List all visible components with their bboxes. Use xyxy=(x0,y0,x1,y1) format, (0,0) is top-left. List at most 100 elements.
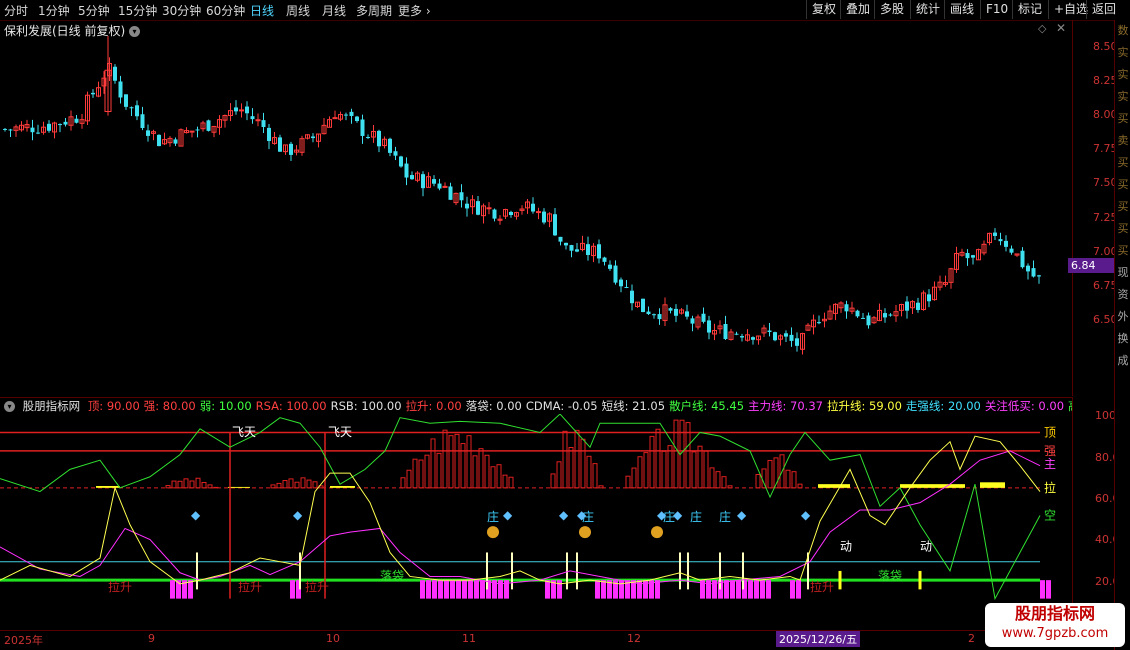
candle-down xyxy=(459,192,464,201)
date-label: 9 xyxy=(148,632,155,645)
indicator-value-5: 拉升: 0.00 xyxy=(405,399,462,413)
diamond-icon[interactable]: ◇ xyxy=(1038,22,1046,35)
candle-down xyxy=(916,302,920,310)
candle-down xyxy=(668,308,673,311)
candle-down xyxy=(1026,265,1030,272)
side-strip-item[interactable]: 买 xyxy=(1115,218,1130,240)
candle-down xyxy=(465,203,469,209)
toolbar-button-4[interactable]: 画线 xyxy=(944,0,979,19)
rsa-bar xyxy=(490,466,496,489)
candle-down xyxy=(740,336,744,338)
candle-down xyxy=(195,129,200,131)
toolbar-button-0[interactable]: 复权 xyxy=(806,0,841,19)
low-buy-bar xyxy=(456,580,461,599)
candle-down xyxy=(553,214,557,236)
side-strip-item[interactable]: 换 xyxy=(1115,328,1130,350)
candle-down xyxy=(817,322,821,324)
rsa-bar xyxy=(785,469,791,489)
side-strip-item[interactable]: 买 xyxy=(1115,108,1130,130)
period-tab-1[interactable]: 1分钟 xyxy=(38,2,70,19)
rsa-bar xyxy=(598,485,604,489)
candle-down xyxy=(965,253,970,259)
side-strip-item[interactable]: 数 xyxy=(1115,20,1130,42)
candle-down xyxy=(751,337,755,340)
watermark-url: www.7gpzb.com xyxy=(1001,626,1109,641)
toolbar-button-3[interactable]: 统计 xyxy=(910,0,945,19)
candle-down xyxy=(564,242,568,246)
rsa-bar xyxy=(661,450,667,489)
toolbar-button-6[interactable]: 标记 xyxy=(1012,0,1047,19)
money-bag-icon xyxy=(487,526,499,539)
candle-down xyxy=(861,317,865,319)
period-tab-9[interactable]: 多周期 xyxy=(356,2,392,19)
rsa-bar xyxy=(625,475,631,489)
candle-down xyxy=(393,151,398,156)
rsa-bar xyxy=(400,477,406,489)
close-icon[interactable]: ✕ xyxy=(1056,21,1066,35)
low-buy-bar xyxy=(655,580,660,599)
candle-down xyxy=(723,323,728,340)
annotation-move: 动 xyxy=(840,540,852,554)
indicator-chart[interactable]: 飞天 飞天拉升 拉升 拉升 拉升落袋 落袋动 动庄庄庄庄庄◆ ◆ ◆ ◆ ◆ ◆ ◆ ◆ ◆顶强主拉空 xyxy=(0,414,1072,630)
side-strip-item[interactable]: 现 xyxy=(1115,262,1130,284)
side-strip-item[interactable]: 实 xyxy=(1115,86,1130,108)
side-strip-item[interactable]: 实 xyxy=(1115,42,1130,64)
rsa-bar xyxy=(580,438,586,489)
rsa-bar xyxy=(430,438,436,489)
rsa-bar xyxy=(300,477,306,489)
rsa-bar xyxy=(797,483,803,489)
candle-down xyxy=(74,118,79,123)
rsa-bar xyxy=(424,454,430,489)
side-strip[interactable]: 数实实实买卖买买买买买现资外换成 xyxy=(1114,20,1130,650)
toolbar-button-2[interactable]: 多股 xyxy=(874,0,909,19)
side-strip-item[interactable]: 买 xyxy=(1115,174,1130,196)
low-buy-bar xyxy=(290,580,295,599)
period-tab-7[interactable]: 周线 xyxy=(286,2,310,19)
period-tab-5[interactable]: 60分钟 xyxy=(206,2,245,19)
side-strip-item[interactable]: 买 xyxy=(1115,196,1130,218)
side-strip-item[interactable]: 买 xyxy=(1115,240,1130,262)
period-tab-4[interactable]: 30分钟 xyxy=(162,2,201,19)
period-tab-0[interactable]: 分时 xyxy=(4,2,28,19)
side-strip-item[interactable]: 实 xyxy=(1115,64,1130,86)
candle-down xyxy=(173,139,178,144)
low-buy-bar xyxy=(736,580,741,599)
candle-down xyxy=(349,111,354,117)
low-buy-bar xyxy=(796,580,801,599)
period-tab-3[interactable]: 15分钟 xyxy=(118,2,157,19)
annotation-fly1: 飞天 xyxy=(232,425,256,439)
indicator-dropdown-icon[interactable]: ▾ xyxy=(4,401,15,412)
rsa-bar xyxy=(574,429,580,489)
rsa-bar xyxy=(448,435,454,489)
side-strip-item[interactable]: 外 xyxy=(1115,306,1130,328)
period-tab-8[interactable]: 月线 xyxy=(322,2,346,19)
side-strip-item[interactable]: 成 xyxy=(1115,350,1130,372)
candle-down xyxy=(410,175,414,180)
low-buy-bar xyxy=(766,580,771,599)
toolbar-button-8[interactable]: 返回 xyxy=(1086,0,1121,19)
indicator-value-13: 关注低买: 0.00 xyxy=(984,399,1065,413)
candle-down xyxy=(146,130,150,136)
period-tab-6[interactable]: 日线 xyxy=(250,2,274,19)
candle-up xyxy=(332,117,338,120)
side-strip-item[interactable]: 资 xyxy=(1115,284,1130,306)
price-chart[interactable] xyxy=(0,36,1072,396)
period-tab-10[interactable]: 更多 › xyxy=(398,2,431,19)
indicator-value-1: 强: 80.00 xyxy=(143,399,196,413)
candle-up xyxy=(536,211,541,214)
low-buy-bar xyxy=(601,580,606,599)
rsa-bar xyxy=(721,476,727,489)
toolbar-button-1[interactable]: 叠加 xyxy=(840,0,875,19)
candle-down xyxy=(1037,275,1041,277)
side-strip-item[interactable]: 买 xyxy=(1115,152,1130,174)
period-tab-2[interactable]: 5分钟 xyxy=(78,2,110,19)
toolbar-button-5[interactable]: F10 xyxy=(980,0,1013,19)
indicator-header: ▾ 股朋指标网 顶: 90.00 强: 80.00 弱: 10.00 RSA: 100… xyxy=(0,397,1072,415)
low-buy-bar xyxy=(748,580,753,599)
indicator-value-12: 走强线: 20.00 xyxy=(905,399,981,413)
candle-down xyxy=(344,114,348,116)
rsa-bar xyxy=(508,476,514,489)
side-strip-item[interactable]: 卖 xyxy=(1115,130,1130,152)
candle-down xyxy=(113,66,117,81)
rsa-bar xyxy=(550,473,556,489)
